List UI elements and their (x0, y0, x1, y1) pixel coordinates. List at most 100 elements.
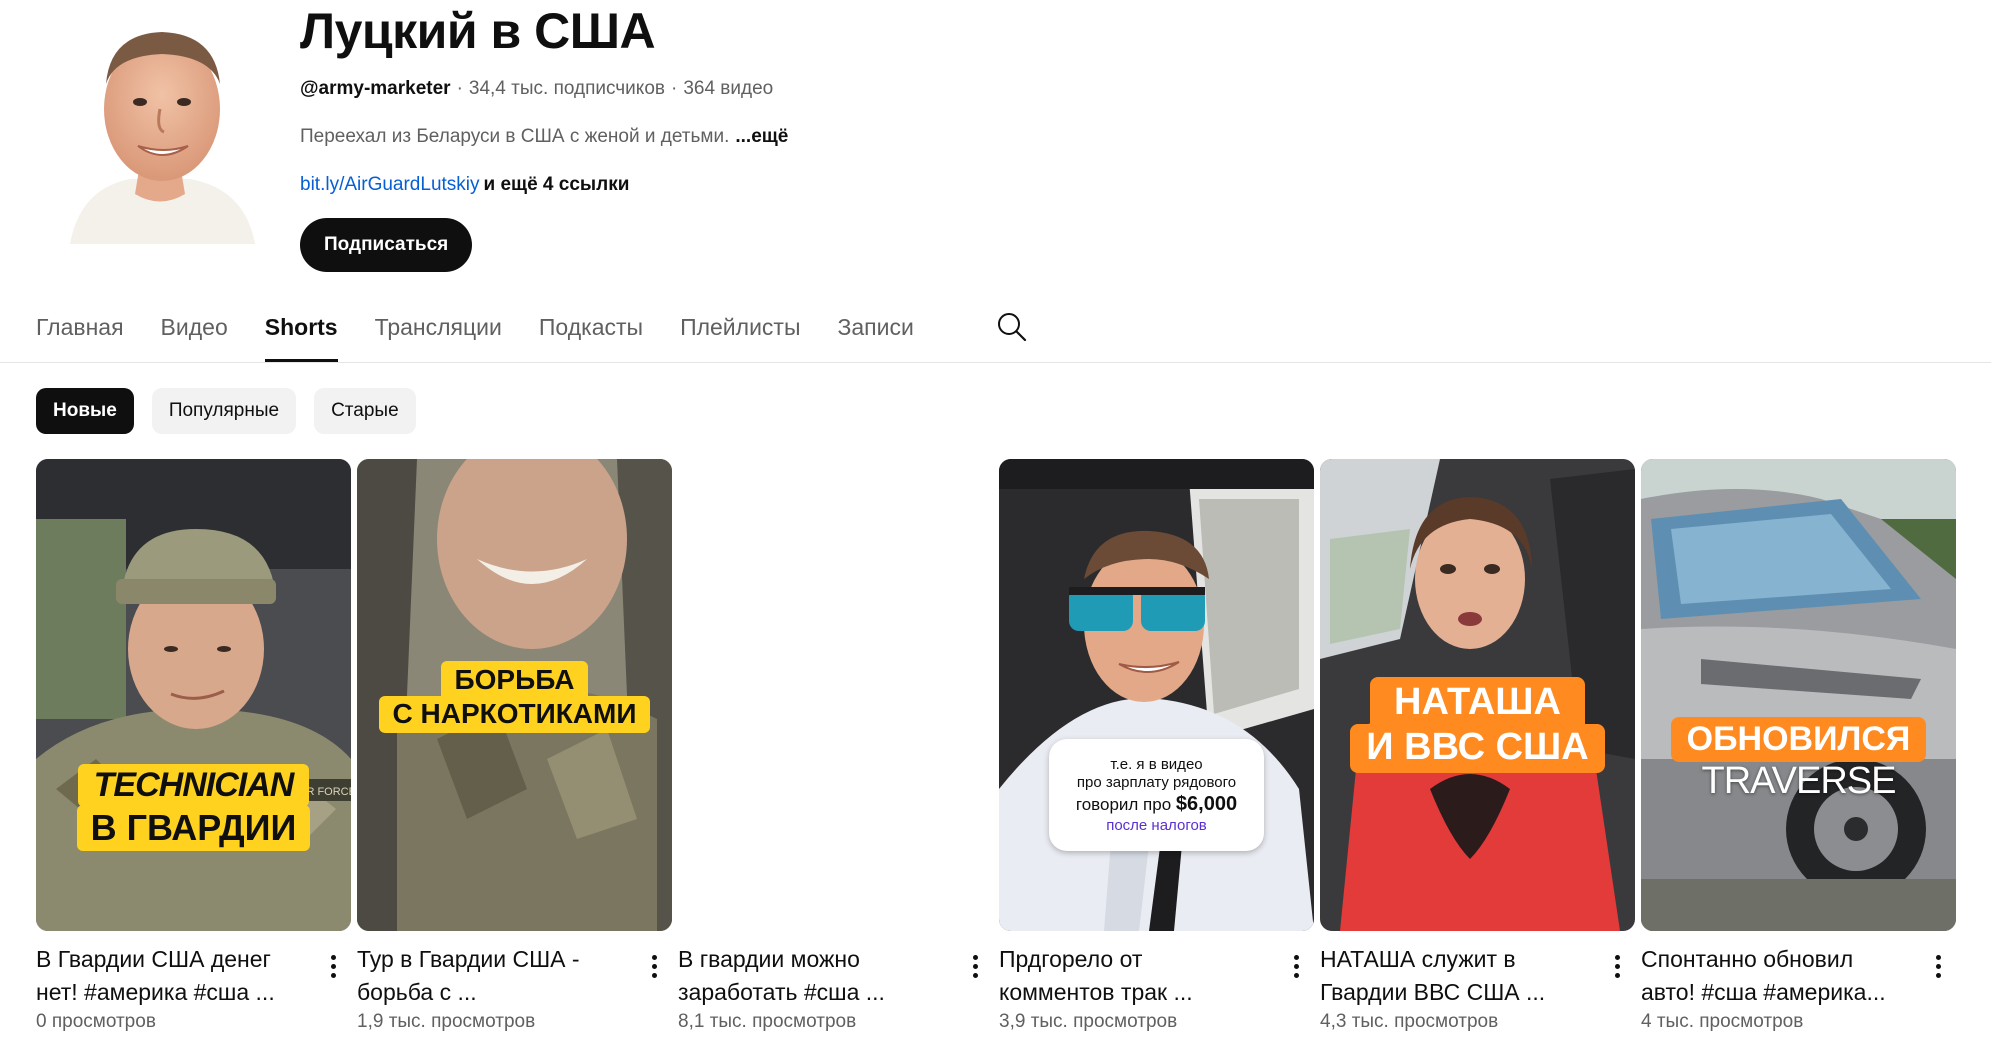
channel-title: Луцкий в США (300, 3, 656, 59)
short-thumbnail[interactable]: НАТАША И ВВС США (1320, 459, 1635, 931)
more-vert-icon[interactable] (1607, 949, 1627, 983)
short-card[interactable]: БОРЬБА С НАРКОТИКАМИ Тур в Гвардии США -… (357, 459, 672, 1042)
channel-links: bit.ly/AirGuardLutskiy и ещё 4 ссылки (300, 174, 629, 196)
tab-playlists[interactable]: Плейлисты (680, 300, 800, 362)
more-vert-icon[interactable] (1286, 949, 1306, 983)
chip-newest[interactable]: Новые (36, 388, 134, 434)
bubble-line: т.е. я в видео (1110, 755, 1203, 773)
caption-line: С НАРКОТИКАМИ (378, 696, 651, 733)
avatar-image (60, 14, 260, 244)
short-card[interactable]: AIR FORCE TECHNICIAN В ГВАРДИИ В Гвардии… (36, 459, 351, 1042)
caption-line: TECHNICIAN (77, 764, 310, 807)
channel-link[interactable]: bit.ly/AirGuardLutskiy (300, 174, 480, 195)
subscriber-count: 34,4 тыс. подписчиков (468, 78, 665, 99)
short-title-line: В Гвардии США денег (36, 946, 271, 972)
more-vert-icon[interactable] (965, 949, 985, 983)
channel-tabs: Главная Видео Shorts Трансляции Подкасты… (36, 300, 951, 362)
short-title-line: нет! #америка #сша ... (36, 979, 275, 1005)
short-title[interactable]: НАТАША служит в Гвардии ВВС США ... (1320, 943, 1588, 1009)
channel-search-button[interactable] (995, 310, 1029, 344)
thumbnail-caption: БОРЬБА С НАРКОТИКАМИ (357, 661, 672, 733)
short-views: 1,9 тыс. просмотров (357, 1011, 536, 1032)
channel-meta: @army-marketer · 34,4 тыс. подписчиков · 364… (300, 78, 773, 100)
short-thumbnail[interactable] (678, 459, 993, 931)
channel-description[interactable]: Переехал из Беларуси в США с женой и дет… (300, 126, 788, 148)
bubble-amount: $6,000 (1175, 792, 1238, 815)
short-title-line: заработать #сша ... (678, 979, 885, 1005)
tab-videos[interactable]: Видео (161, 300, 228, 362)
short-info: Прдгорело от комментов трак ... 3,9 тыс.… (999, 943, 1314, 1042)
comment-bubble: т.е. я в видео про зарплату рядового гов… (1049, 739, 1264, 851)
caption-line: ОБНОВИЛСЯ (1670, 717, 1927, 762)
chip-popular[interactable]: Популярные (151, 388, 297, 434)
search-icon (998, 313, 1027, 342)
short-title-line: Тур в Гвардии США - (357, 946, 580, 972)
short-info: Спонтанно обновил авто! #сша #америка...… (1641, 943, 1956, 1042)
short-views: 3,9 тыс. просмотров (999, 1011, 1178, 1032)
caption-line: В ГВАРДИИ (76, 805, 311, 851)
thumbnail-caption: TECHNICIAN В ГВАРДИИ (36, 764, 351, 851)
short-info: В гвардии можно заработать #сша ... 8,1 … (678, 943, 993, 1042)
short-title-line: авто! #сша #америка... (1641, 979, 1886, 1005)
thumbnail-image (1641, 459, 1956, 931)
thumbnail-caption: ОБНОВИЛСЯ TRAVERSE (1641, 717, 1956, 803)
short-title[interactable]: Спонтанно обновил авто! #сша #америка... (1641, 943, 1909, 1009)
short-info: Тур в Гвардии США - борьба с ... 1,9 тыс… (357, 943, 672, 1042)
more-vert-icon[interactable] (323, 949, 343, 983)
short-views: 0 просмотров (36, 1011, 156, 1032)
thumbnail-image: AIR FORCE (36, 459, 351, 931)
more-vert-icon[interactable] (1928, 949, 1948, 983)
more-links-button[interactable]: и ещё 4 ссылки (484, 174, 630, 195)
short-title-line: Спонтанно обновил (1641, 946, 1854, 972)
short-card[interactable]: ОБНОВИЛСЯ TRAVERSE Спонтанно обновил авт… (1641, 459, 1956, 1042)
short-title[interactable]: В Гвардии США денег нет! #америка #сша .… (36, 943, 304, 1009)
thumbnail-caption: НАТАША И ВВС США (1320, 677, 1635, 773)
short-title[interactable]: Тур в Гвардии США - борьба с ... (357, 943, 625, 1009)
short-card[interactable]: НАТАША И ВВС США НАТАША служит в Гвардии… (1320, 459, 1635, 1042)
short-card[interactable]: В гвардии можно заработать #сша ... 8,1 … (678, 459, 993, 1042)
meta-separator: · (670, 78, 678, 99)
more-vert-icon[interactable] (644, 949, 664, 983)
tab-podcasts[interactable]: Подкасты (539, 300, 643, 362)
short-views: 8,1 тыс. просмотров (678, 1011, 857, 1032)
bubble-line: про зарплату рядового (1076, 773, 1237, 791)
caption-line: TRAVERSE (1701, 760, 1896, 802)
short-title[interactable]: В гвардии можно заработать #сша ... (678, 943, 946, 1009)
tab-home[interactable]: Главная (36, 300, 124, 362)
tab-posts[interactable]: Записи (838, 300, 914, 362)
description-text: Переехал из Беларуси в США с женой и дет… (300, 126, 730, 147)
short-title-line: комментов трак ... (999, 979, 1193, 1005)
short-title-line: Гвардии ВВС США ... (1320, 979, 1546, 1005)
short-title-line: борьба с ... (357, 979, 477, 1005)
channel-handle: @army-marketer (300, 78, 451, 99)
short-title-line: Прдгорело от (999, 946, 1143, 972)
caption-line: И ВВС США (1350, 724, 1605, 773)
sort-chips: Новые Популярные Старые (36, 388, 416, 434)
tab-live[interactable]: Трансляции (375, 300, 502, 362)
short-views: 4 тыс. просмотров (1641, 1011, 1804, 1032)
short-thumbnail[interactable]: т.е. я в видео про зарплату рядового гов… (999, 459, 1314, 931)
channel-avatar[interactable] (60, 14, 260, 244)
short-views: 4,3 тыс. просмотров (1320, 1011, 1499, 1032)
caption-line: БОРЬБА (440, 661, 589, 696)
short-info: НАТАША служит в Гвардии ВВС США ... 4,3 … (1320, 943, 1635, 1042)
caption-line: НАТАША (1370, 677, 1585, 724)
thumbnail-image (999, 459, 1314, 931)
chip-oldest[interactable]: Старые (314, 388, 416, 434)
short-thumbnail[interactable]: ОБНОВИЛСЯ TRAVERSE (1641, 459, 1956, 931)
video-count: 364 видео (683, 78, 774, 99)
short-thumbnail[interactable]: AIR FORCE TECHNICIAN В ГВАРДИИ (36, 459, 351, 931)
short-title-line: НАТАША служит в (1320, 946, 1516, 972)
description-more-link[interactable]: ...ещё (735, 126, 788, 147)
bubble-line: говорил про $6,000 (1076, 792, 1237, 817)
short-info: В Гвардии США денег нет! #америка #сша .… (36, 943, 351, 1042)
tab-shorts[interactable]: Shorts (264, 300, 338, 362)
short-thumbnail[interactable]: БОРЬБА С НАРКОТИКАМИ (357, 459, 672, 931)
short-title-line: В гвардии можно (678, 946, 860, 972)
short-card[interactable]: т.е. я в видео про зарплату рядового гов… (999, 459, 1314, 1042)
bubble-line: после налогов (1106, 816, 1207, 834)
tabs-divider (0, 362, 1991, 363)
meta-separator: · (456, 78, 463, 99)
subscribe-button[interactable]: Подписаться (300, 218, 473, 272)
short-title[interactable]: Прдгорело от комментов трак ... (999, 943, 1267, 1009)
